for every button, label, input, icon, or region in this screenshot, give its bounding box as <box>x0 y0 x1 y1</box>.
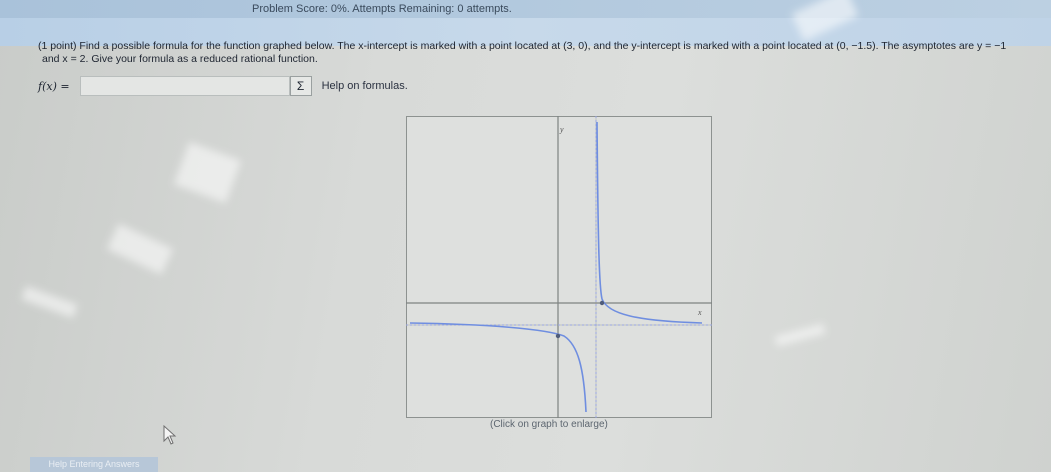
y-axis-label: y <box>559 125 564 134</box>
glare <box>774 323 826 347</box>
y-intercept-point <box>555 333 561 339</box>
problem-line-2: and x = 2. Give your formula as a reduce… <box>42 53 318 65</box>
score-text: Problem Score: 0%. Attempts Remaining: 0… <box>252 3 512 15</box>
problem-text: (1 point) Find a possible formula for th… <box>38 40 1048 65</box>
score-bar: Problem Score: 0%. Attempts Remaining: 0… <box>0 0 1051 18</box>
graph-svg[interactable]: y x <box>406 116 712 418</box>
help-entering-answers-button[interactable]: Help Entering Answers <box>30 457 158 472</box>
help-on-formulas-link[interactable]: Help on formulas. <box>322 80 408 92</box>
x-axis-label: x <box>697 308 702 317</box>
answer-input[interactable] <box>79 76 290 96</box>
mouse-cursor-icon <box>163 425 177 445</box>
graph-caption[interactable]: (Click on graph to enlarge) <box>490 419 608 430</box>
glare <box>21 286 78 318</box>
answer-row: f(x) = Σ Help on formulas. <box>38 74 408 98</box>
function-graph[interactable]: y x <box>406 116 712 418</box>
answer-label: f(x) = <box>38 79 70 93</box>
x-intercept-point <box>599 300 605 306</box>
equation-editor-button[interactable]: Σ <box>289 76 312 96</box>
glare <box>106 223 174 275</box>
problem-line-1: (1 point) Find a possible formula for th… <box>38 40 1007 52</box>
glare <box>173 141 242 204</box>
